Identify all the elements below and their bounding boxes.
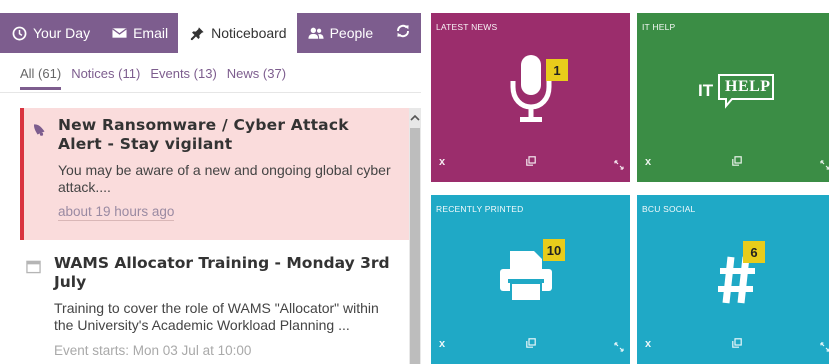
- tile-close-button[interactable]: x: [439, 156, 445, 168]
- tile-close-button[interactable]: x: [645, 156, 651, 168]
- tile-title: LATEST NEWS: [436, 22, 498, 32]
- tab-noticeboard-label: Noticeboard: [211, 25, 287, 41]
- tab-people[interactable]: People: [297, 13, 384, 53]
- expand-icon[interactable]: [820, 342, 829, 352]
- envelope-icon: [111, 25, 127, 41]
- tab-email[interactable]: Email: [100, 13, 178, 53]
- tile-recently-printed[interactable]: RECENTLY PRINTED 10 x: [431, 195, 630, 364]
- tab-email-label: Email: [133, 25, 169, 41]
- it-help-logo-text-help: HELP: [725, 78, 771, 95]
- open-window-icon[interactable]: [526, 156, 536, 166]
- notice-title[interactable]: New Ransomware / Cyber Attack Alert - St…: [58, 116, 397, 154]
- tile-it-help[interactable]: IT HELP IT HELP x: [637, 13, 829, 182]
- tile-close-button[interactable]: x: [439, 338, 445, 350]
- filter-divider: [0, 92, 421, 93]
- filter-all[interactable]: All (61): [20, 66, 62, 90]
- tab-your-day-label: Your Day: [33, 25, 91, 41]
- expand-icon[interactable]: [614, 160, 624, 170]
- megaphone-icon: [32, 121, 48, 137]
- open-window-icon[interactable]: [732, 156, 742, 166]
- tile-bcu-social[interactable]: BCU SOCIAL 6 x: [637, 195, 829, 364]
- event-start-time: Event starts: Mon 03 Jul at 10:00: [54, 343, 252, 358]
- event-item[interactable]: WAMS Allocator Training - Monday 3rd Jul…: [20, 246, 409, 364]
- scroll-thumb[interactable]: [410, 128, 420, 364]
- nav-bar: Your Day Email Noticeboard People: [0, 13, 421, 53]
- feed-scrollbar[interactable]: [409, 108, 421, 364]
- notice-feed: New Ransomware / Cyber Attack Alert - St…: [0, 108, 409, 364]
- tab-your-day[interactable]: Your Day: [0, 13, 100, 53]
- tile-title: IT HELP: [642, 22, 676, 32]
- people-icon: [308, 25, 324, 41]
- filter-notices[interactable]: Notices (11): [71, 66, 140, 90]
- tab-noticeboard[interactable]: Noticeboard: [178, 13, 297, 53]
- news-count-badge: 1: [546, 59, 568, 81]
- chevron-up-icon: [410, 108, 420, 126]
- expand-icon[interactable]: [614, 342, 624, 352]
- calendar-icon: [26, 259, 42, 275]
- tile-close-button[interactable]: x: [645, 338, 651, 350]
- filter-events[interactable]: Events (13): [150, 66, 216, 90]
- clock-icon: [11, 25, 27, 41]
- tile-latest-news[interactable]: LATEST NEWS 1 x: [431, 13, 630, 182]
- event-summary: Training to cover the role of WAMS "Allo…: [54, 300, 379, 333]
- printed-count-badge: 10: [543, 239, 565, 261]
- it-help-logo-text-it: IT: [698, 81, 714, 100]
- open-window-icon[interactable]: [732, 338, 742, 348]
- tile-title: RECENTLY PRINTED: [436, 204, 524, 214]
- expand-icon[interactable]: [820, 160, 829, 170]
- filter-tabs: All (61) Notices (11) Events (13) News (…: [20, 66, 296, 90]
- tab-people-label: People: [329, 25, 374, 41]
- refresh-button[interactable]: [385, 13, 421, 53]
- open-window-icon[interactable]: [526, 338, 536, 348]
- noticeboard-panel: Your Day Email Noticeboard People All (6…: [0, 0, 421, 364]
- tile-title: BCU SOCIAL: [642, 204, 696, 214]
- filter-news[interactable]: News (37): [227, 66, 286, 90]
- social-count-badge: 6: [743, 241, 765, 263]
- notice-summary: You may be aware of a new and ongoing gl…: [58, 162, 391, 195]
- it-help-logo: IT HELP: [695, 72, 785, 112]
- refresh-icon: [395, 23, 411, 44]
- pin-icon: [189, 25, 205, 41]
- scroll-up-button[interactable]: [409, 108, 421, 126]
- event-title[interactable]: WAMS Allocator Training - Monday 3rd Jul…: [54, 254, 397, 292]
- notice-timestamp: about 19 hours ago: [58, 204, 175, 221]
- notice-alert-item[interactable]: New Ransomware / Cyber Attack Alert - St…: [20, 108, 409, 240]
